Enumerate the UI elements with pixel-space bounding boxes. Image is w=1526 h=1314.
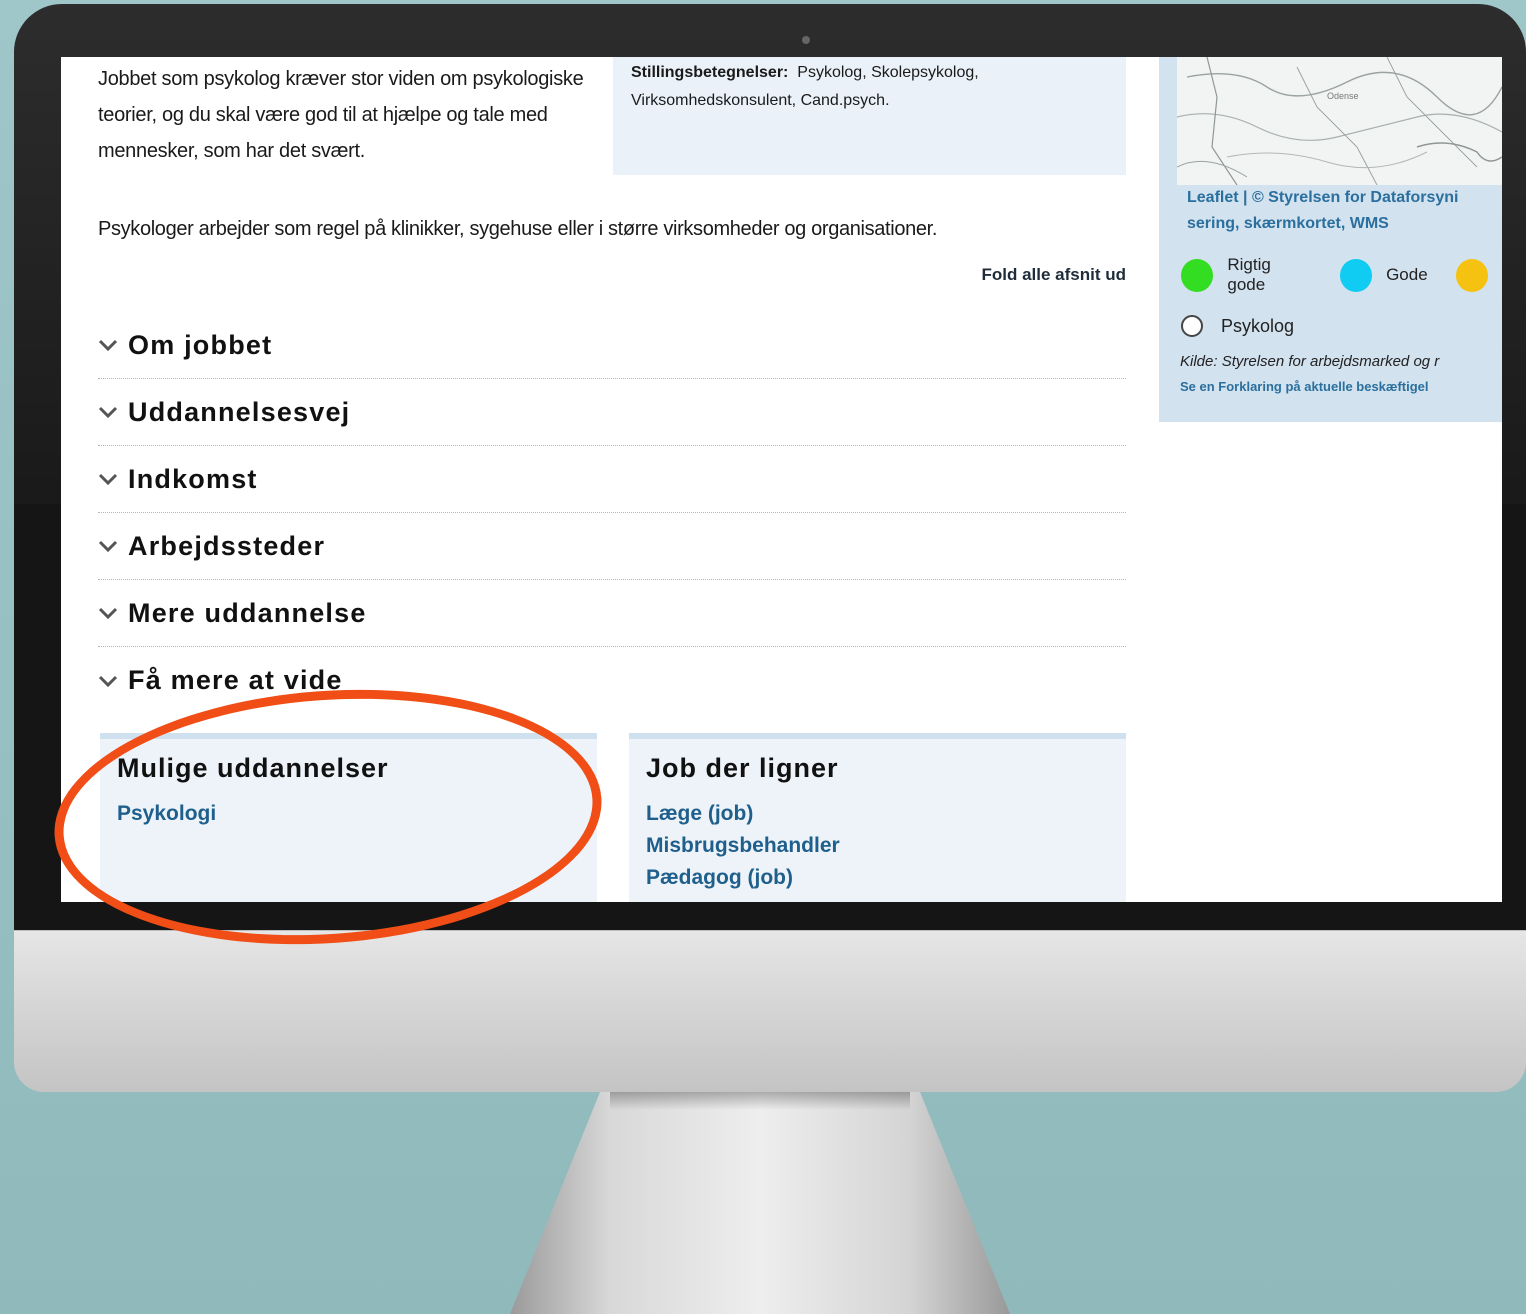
occupation-radio-label: Psykolog — [1221, 315, 1295, 336]
workplaces-paragraph: Psykologer arbejder som regel på klinikk… — [98, 218, 938, 240]
chevron-down-icon — [98, 540, 128, 552]
occupation-radio-row: Psykolog — [1181, 315, 1294, 337]
similar-jobs-box: Job der ligner Læge (job) Misbrugsbehand… — [629, 733, 1126, 902]
chevron-down-icon — [98, 406, 128, 418]
legend-dot-green — [1181, 258, 1214, 292]
accordion-item-uddannelsesvej[interactable]: Uddannelsesvej — [98, 379, 1126, 446]
map-legend: Rigtig gode Gode — [1181, 255, 1502, 295]
similar-jobs-heading: Job der ligner — [646, 753, 839, 783]
map-city-label: Odense — [1327, 91, 1359, 101]
accordion-title: Mere uddannelse — [128, 597, 367, 628]
intro-paragraph: Jobbet som psykolog kræver stor viden om… — [98, 68, 584, 162]
similar-job-link[interactable]: Misbrugsbehandler — [646, 830, 1109, 862]
stand-shadow — [610, 1092, 910, 1110]
occupation-radio[interactable] — [1181, 315, 1203, 337]
accordion-item-indkomst[interactable]: Indkomst — [98, 446, 1126, 513]
accordion: Om jobbet Uddannelsesvej Indkomst Arbejd… — [98, 312, 1126, 714]
accordion-item-mere-uddannelse[interactable]: Mere uddannelse — [98, 580, 1126, 647]
fold-all-link[interactable]: Fold alle afsnit ud — [911, 265, 1126, 285]
info-box: virksomheder Stillingsbetegnelser: Psyko… — [613, 57, 1126, 175]
accordion-title: Arbejdssteder — [128, 530, 326, 561]
legend-dot-yellow — [1455, 258, 1489, 292]
chevron-down-icon — [98, 473, 128, 485]
map-attribution: Leaflet | © Styrelsen for Dataforsyni se… — [1187, 185, 1502, 237]
similar-job-link[interactable]: Pædagog (job) — [646, 862, 1109, 894]
accordion-item-arbejdssteder[interactable]: Arbejdssteder — [98, 513, 1126, 580]
monitor-stand — [510, 1092, 1010, 1314]
accordion-title: Om jobbet — [128, 329, 273, 360]
camera-dot — [802, 36, 810, 44]
accordion-title: Indkomst — [128, 463, 258, 494]
similar-job-link[interactable]: Læge (job) — [646, 798, 1109, 830]
accordion-item-om-jobbet[interactable]: Om jobbet — [98, 312, 1126, 379]
chevron-down-icon — [98, 607, 128, 619]
accordion-title: Uddannelsesvej — [128, 396, 351, 427]
job-titles: Stillingsbetegnelser: Psykolog, Skolepsy… — [631, 59, 1108, 115]
job-titles-label: Stillingsbetegnelser: — [631, 64, 789, 81]
legend-label: Rigtig gode — [1227, 255, 1271, 294]
legend-label: Gode — [1386, 265, 1428, 284]
map-attribution-line1[interactable]: Leaflet | © Styrelsen for Dataforsyni — [1187, 185, 1502, 211]
map-attribution-line2[interactable]: sering, skærmkortet, WMS — [1187, 211, 1502, 237]
monitor-chin — [14, 930, 1526, 1092]
chevron-down-icon — [98, 675, 128, 687]
explanation-link[interactable]: Se en Forklaring på aktuelle beskæftigel — [1180, 379, 1502, 394]
map[interactable]: Odense — [1176, 57, 1502, 186]
chevron-down-icon — [98, 339, 128, 351]
sidebar-map-panel: Odense Leaflet | © Styrelsen for Datafor… — [1159, 57, 1502, 422]
legend-dot-cyan — [1339, 258, 1373, 292]
map-source: Kilde: Styrelsen for arbejdsmarked og r — [1180, 353, 1440, 370]
